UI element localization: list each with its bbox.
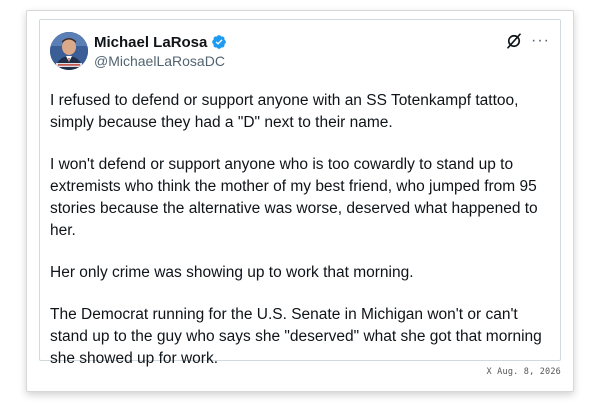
avatar-photo [50,32,88,70]
screenshot-frame: Michael LaRosa @MichaelLaRosaDC ··· I re… [26,10,574,392]
user-handle[interactable]: @MichaelLaRosaDC [94,53,227,69]
grok-slash-icon[interactable] [505,32,523,50]
more-horizontal-icon[interactable]: ··· [531,32,550,50]
display-name[interactable]: Michael LaRosa [94,34,207,51]
verified-badge-icon [211,34,227,50]
tweet-card: Michael LaRosa @MichaelLaRosaDC ··· I re… [39,19,561,367]
tweet-paragraph: Her only crime was showing up to work th… [50,264,414,281]
avatar[interactable] [50,32,88,70]
tweet-paragraph: The Democrat running for the U.S. Senate… [50,306,542,367]
author-block: Michael LaRosa @MichaelLaRosaDC [94,32,227,69]
tweet-header: Michael LaRosa @MichaelLaRosaDC ··· [50,32,550,72]
date-stamp: X Aug. 8, 2026 [486,367,561,377]
header-actions: ··· [505,32,550,50]
tweet-paragraph: I refused to defend or support anyone wi… [50,92,519,131]
tweet-paragraph: I won't defend or support anyone who is … [50,156,538,239]
tweet-text: I refused to defend or support anyone wi… [50,90,550,390]
name-row: Michael LaRosa [94,32,227,52]
